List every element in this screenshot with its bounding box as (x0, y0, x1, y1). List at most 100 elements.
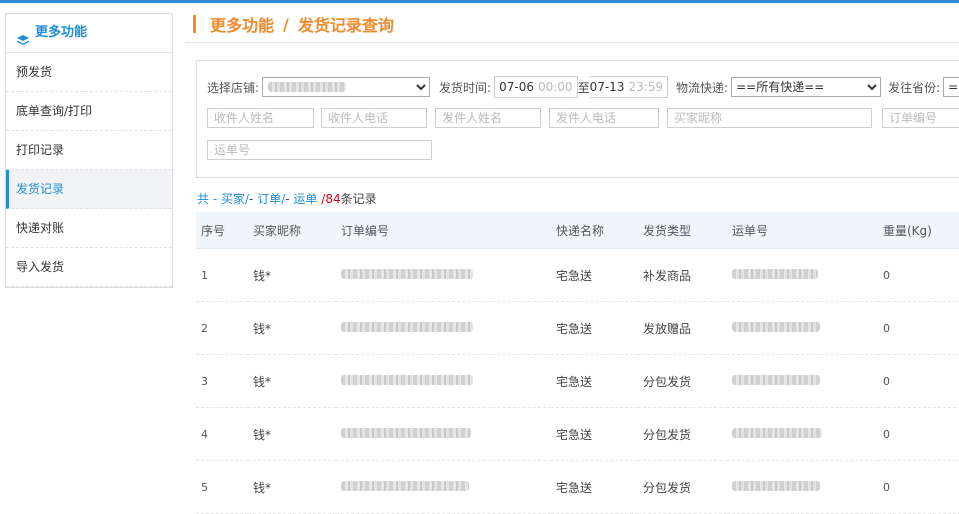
row-type: 分包发货 (638, 354, 727, 408)
breadcrumb-separator: / (283, 14, 289, 34)
time-end-input[interactable]: 07-13 23:59 (589, 76, 669, 98)
shop-name-redacted (268, 82, 347, 92)
summary-buyer-link[interactable]: 买家/ (221, 192, 249, 206)
order-number-redacted (341, 375, 473, 385)
row-weight: 0 (878, 354, 959, 408)
summary-dash: - (285, 192, 290, 206)
row-index: 2 (196, 301, 248, 355)
row-weight: 0 (878, 460, 959, 514)
main-content: 更多功能 / 发货记录查询 选择店铺: 发货时间: 07-06 00:00 至 … (185, 0, 959, 514)
row-express: 宅急送 (551, 354, 638, 408)
sidebar-item-pre-ship[interactable]: 预发货 (6, 53, 172, 92)
filter-row-2 (207, 108, 959, 128)
shipping-records-table: 序号 买家昵称 订单编号 快递名称 发货类型 运单号 重量(Kg) 1 钱* 宅… (196, 212, 959, 514)
sidebar-item-shipping-records[interactable]: 发货记录 (6, 170, 172, 209)
row-waybill (727, 460, 878, 514)
sidebar-item-receipt-query-print[interactable]: 底单查询/打印 (6, 92, 172, 131)
express-select[interactable]: ==所有快递== (731, 77, 882, 97)
filter-panel: 选择店铺: 发货时间: 07-06 00:00 至 07-13 23:59 物流… (196, 60, 959, 178)
order-number-input[interactable] (882, 108, 959, 128)
row-buyer: 钱* (248, 301, 336, 355)
table-row[interactable]: 5 钱* 宅急送 分包发货 0 (196, 460, 959, 514)
layers-icon (16, 26, 30, 45)
sidebar-title: 更多功能 (35, 25, 88, 40)
row-express: 宅急送 (551, 460, 638, 514)
sidebar-item-print-records[interactable]: 打印记录 (6, 131, 172, 170)
col-waybill-number: 运单号 (727, 212, 878, 249)
receiver-name-input[interactable] (207, 108, 314, 128)
order-number-redacted (341, 269, 473, 279)
row-weight: 0 (878, 301, 959, 355)
summary-prefix: 共 - (197, 192, 218, 206)
row-type: 补发商品 (638, 248, 727, 302)
time-to-label: 至 (577, 80, 590, 95)
time-label: 发货时间: (439, 80, 492, 95)
waybill-number-input[interactable] (207, 140, 432, 160)
receiver-phone-input[interactable] (321, 108, 427, 128)
col-index: 序号 (196, 212, 248, 249)
province-label: 发往省份: (888, 80, 941, 95)
table-row[interactable]: 4 钱* 宅急送 分包发货 0 (196, 407, 959, 461)
breadcrumb: 更多功能 / 发货记录查询 (185, 6, 959, 43)
buyer-nick-input[interactable] (667, 108, 872, 128)
row-buyer: 钱* (248, 354, 336, 408)
row-waybill (727, 407, 878, 461)
row-index: 3 (196, 354, 248, 408)
sidebar: 更多功能 预发货 底单查询/打印 打印记录 发货记录 快递对账 导入发货 (5, 13, 173, 288)
time-start-clock: 00:00 (537, 80, 573, 94)
time-start-input[interactable]: 07-06 00:00 (494, 76, 578, 98)
province-select[interactable]: == (943, 77, 959, 97)
waybill-redacted (732, 269, 818, 279)
row-express: 宅急送 (551, 407, 638, 461)
row-order-number (336, 354, 551, 408)
col-weight: 重量(Kg) (878, 212, 959, 249)
waybill-redacted (732, 375, 820, 385)
row-order-number (336, 301, 551, 355)
row-buyer: 钱* (248, 460, 336, 514)
row-order-number (336, 248, 551, 302)
table-header-row: 序号 买家昵称 订单编号 快递名称 发货类型 运单号 重量(Kg) (196, 212, 959, 249)
row-express: 宅急送 (551, 301, 638, 355)
row-waybill (727, 248, 878, 302)
summary-waybill-link[interactable]: 运单 (293, 192, 317, 206)
sidebar-header: 更多功能 (6, 14, 172, 53)
order-number-redacted (341, 481, 469, 491)
summary-dash: - (249, 192, 254, 206)
time-start-date: 07-06 (499, 80, 534, 94)
record-summary: 共 - 买家/- 订单/- 运单 /84条记录 (197, 190, 377, 207)
breadcrumb-section[interactable]: 更多功能 (210, 12, 274, 36)
row-waybill (727, 301, 878, 355)
sender-phone-input[interactable] (549, 108, 659, 128)
row-index: 5 (196, 460, 248, 514)
shop-label: 选择店铺: (207, 80, 260, 95)
table-row[interactable]: 3 钱* 宅急送 分包发货 0 (196, 354, 959, 408)
page-title: 发货记录查询 (297, 16, 394, 35)
sidebar-item-import-ship[interactable]: 导入发货 (6, 248, 172, 287)
sidebar-item-express-reconcile[interactable]: 快递对账 (6, 209, 172, 248)
row-waybill (727, 354, 878, 408)
summary-order-link[interactable]: 订单/ (257, 192, 285, 206)
col-order-number: 订单编号 (336, 212, 551, 249)
record-count: 84 (325, 192, 341, 206)
order-number-redacted (341, 322, 473, 332)
time-end-clock: 23:59 (628, 80, 664, 94)
express-label: 物流快递: (676, 80, 729, 95)
row-type: 分包发货 (638, 407, 727, 461)
row-index: 4 (196, 407, 248, 461)
waybill-redacted (732, 428, 822, 438)
table-row[interactable]: 2 钱* 宅急送 发放赠品 0 (196, 301, 959, 355)
title-accent-bar (193, 15, 196, 33)
waybill-redacted (732, 481, 820, 491)
row-order-number (336, 460, 551, 514)
col-buyer-nick: 买家昵称 (248, 212, 336, 249)
row-order-number (336, 407, 551, 461)
summary-suffix: 条记录 (340, 192, 377, 206)
row-type: 分包发货 (638, 460, 727, 514)
row-weight: 0 (878, 407, 959, 461)
row-buyer: 钱* (248, 407, 336, 461)
sender-name-input[interactable] (435, 108, 541, 128)
row-index: 1 (196, 248, 248, 302)
table-row[interactable]: 1 钱* 宅急送 补发商品 0 (196, 248, 959, 302)
row-type: 发放赠品 (638, 301, 727, 355)
filter-row-3 (207, 140, 432, 160)
